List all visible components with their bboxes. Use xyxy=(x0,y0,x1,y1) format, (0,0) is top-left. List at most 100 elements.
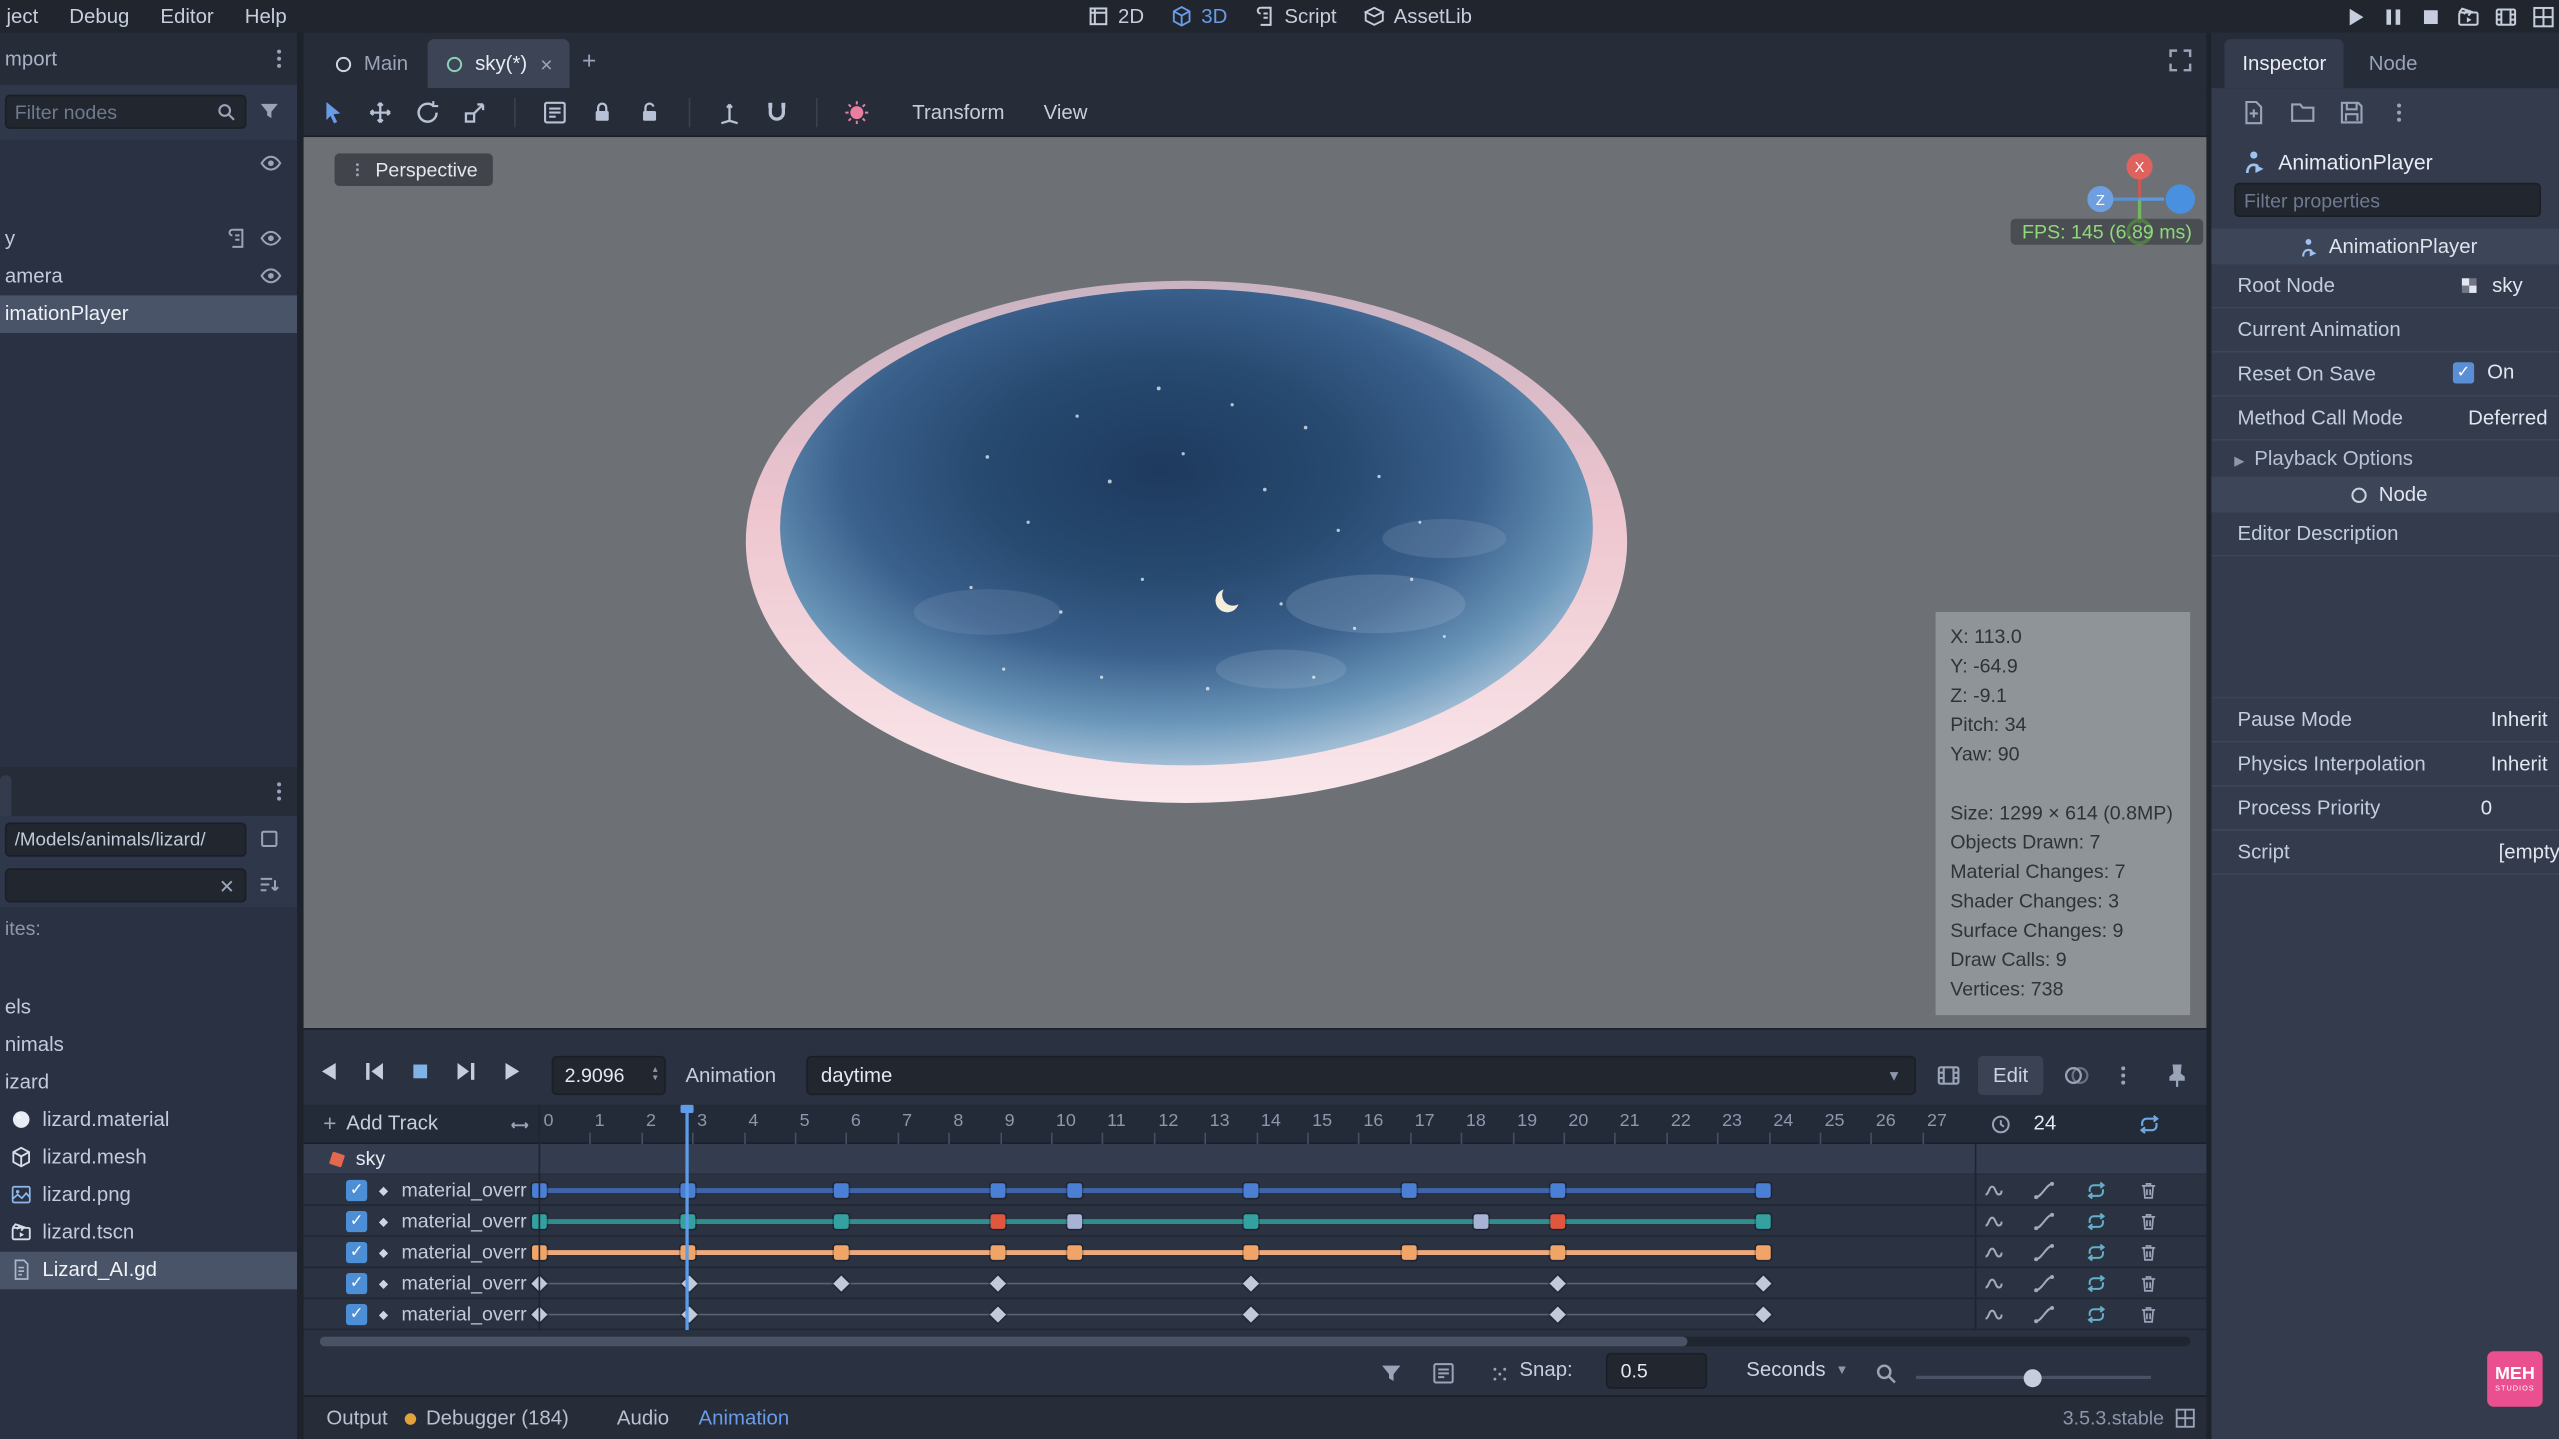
movie-button[interactable] xyxy=(2531,4,2555,28)
zoom-slider[interactable] xyxy=(1916,1376,2151,1379)
anim-play-from-start-button[interactable] xyxy=(454,1059,478,1083)
tab-filesystem-partial[interactable] xyxy=(0,775,11,816)
interpolation-icon[interactable] xyxy=(2033,1273,2054,1294)
keyframe[interactable] xyxy=(834,1214,849,1229)
keyframe[interactable] xyxy=(1756,1183,1771,1198)
file-item[interactable]: lizard.tscn xyxy=(0,1214,297,1252)
scene-tab-1[interactable]: sky(*)× xyxy=(428,39,569,88)
keyframe[interactable] xyxy=(1402,1183,1417,1198)
file-item[interactable]: lizard.material xyxy=(0,1102,297,1140)
tab-import[interactable]: mport xyxy=(0,47,57,70)
keyframe[interactable] xyxy=(1755,1306,1771,1322)
keyframe[interactable] xyxy=(1243,1275,1259,1291)
new-resource-icon[interactable] xyxy=(2241,100,2267,126)
bottom-tab-audio[interactable]: Audio xyxy=(617,1407,669,1430)
onion-skinning-icon[interactable] xyxy=(2063,1062,2089,1088)
delete-track-icon[interactable] xyxy=(2138,1304,2159,1325)
animation-track-row[interactable]: ✓material_overr xyxy=(304,1237,2207,1268)
loop-wrap-icon[interactable] xyxy=(2086,1273,2107,1294)
fs-path-input[interactable]: /Models/animals/lizard/ xyxy=(5,823,247,857)
delete-track-icon[interactable] xyxy=(2138,1211,2159,1232)
property-value[interactable]: Deferred xyxy=(2468,406,2547,429)
inspector-options-icon[interactable] xyxy=(2388,101,2411,124)
select-tool[interactable] xyxy=(320,99,346,125)
script-icon[interactable] xyxy=(225,227,248,250)
bottom-tab-animation[interactable]: Animation xyxy=(698,1407,789,1430)
playhead[interactable] xyxy=(686,1105,689,1330)
nodepath-value[interactable]: sky xyxy=(2459,274,2522,297)
file-item[interactable]: lizard.mesh xyxy=(0,1139,297,1177)
snap-unit-select[interactable]: Seconds ▼ xyxy=(1746,1358,1848,1381)
tab-inspector[interactable]: Inspector xyxy=(2224,39,2344,88)
track-enabled-checkbox[interactable]: ✓ xyxy=(346,1180,367,1201)
delete-track-icon[interactable] xyxy=(2138,1273,2159,1294)
keyframe[interactable] xyxy=(834,1245,849,1260)
file-item[interactable]: nimals xyxy=(0,1027,297,1065)
snap-value-input[interactable]: 0.5 xyxy=(1606,1353,1707,1389)
local-space-toggle[interactable] xyxy=(716,99,742,125)
anim-play-button[interactable] xyxy=(499,1059,523,1083)
keyframe[interactable] xyxy=(990,1183,1005,1198)
bottom-tab-debugger[interactable]: Debugger (184) xyxy=(405,1407,569,1430)
bottom-tab-output[interactable]: Output xyxy=(326,1407,387,1430)
checkbox-icon[interactable]: ✓ xyxy=(2453,361,2474,382)
menu-debug[interactable]: Debug xyxy=(69,5,129,28)
lock-selected-button[interactable] xyxy=(589,99,615,125)
animation-menu-button[interactable]: Animation xyxy=(685,1064,776,1087)
keyframe[interactable] xyxy=(1756,1245,1771,1260)
timeline-ruler[interactable]: + Add Track 0123456789101112131415161718… xyxy=(304,1105,2207,1144)
file-item[interactable]: Lizard_AI.gd xyxy=(0,1252,297,1290)
keyframe[interactable] xyxy=(1551,1214,1566,1229)
filter-options-icon[interactable] xyxy=(258,100,281,123)
distraction-free-icon[interactable] xyxy=(2167,47,2193,73)
track-enabled-checkbox[interactable]: ✓ xyxy=(346,1242,367,1263)
play-scene-button[interactable] xyxy=(2456,4,2480,28)
track-enabled-checkbox[interactable]: ✓ xyxy=(346,1304,367,1325)
scene-tree-row[interactable]: y xyxy=(0,220,297,258)
stop-button[interactable] xyxy=(2419,4,2443,28)
property-value[interactable]: Inherit xyxy=(2491,752,2548,775)
workspace-2d[interactable]: 2D xyxy=(1087,5,1144,28)
autoplay-toggle-icon[interactable] xyxy=(1936,1062,1962,1088)
animation-track-row[interactable]: ✓material_overr xyxy=(304,1175,2207,1206)
keyframe[interactable] xyxy=(682,1306,698,1322)
anim-play-backwards-button[interactable] xyxy=(317,1059,341,1083)
add-track-button[interactable]: + Add Track xyxy=(323,1110,438,1136)
loop-wrap-icon[interactable] xyxy=(2086,1180,2107,1201)
keyframe[interactable] xyxy=(1244,1183,1259,1198)
interpolation-icon[interactable] xyxy=(2033,1211,2054,1232)
scene-tree-row[interactable] xyxy=(0,183,297,221)
keyframe[interactable] xyxy=(682,1275,698,1291)
zoom-slider-handle[interactable] xyxy=(2024,1368,2042,1386)
menu-editor[interactable]: Editor xyxy=(160,5,213,28)
keyframe[interactable] xyxy=(834,1183,849,1198)
keyframe[interactable] xyxy=(1402,1245,1417,1260)
edit-button[interactable]: Edit xyxy=(1978,1056,2043,1095)
loop-wrap-icon[interactable] xyxy=(2086,1304,2107,1325)
anim-stop-button[interactable] xyxy=(408,1059,432,1083)
playhead-grip[interactable] xyxy=(681,1105,694,1113)
keyframe[interactable] xyxy=(1550,1275,1566,1291)
menu-help[interactable]: Help xyxy=(245,5,287,28)
menu-view[interactable]: View xyxy=(1044,100,1088,123)
scene-tree-row[interactable]: imationPlayer xyxy=(0,295,297,333)
anim-menu-icon[interactable] xyxy=(2112,1064,2135,1087)
filter-nodes-input[interactable]: Filter nodes xyxy=(5,95,247,129)
anim-length-value[interactable]: 24 xyxy=(2033,1111,2056,1134)
update-mode-icon[interactable] xyxy=(1983,1273,2004,1294)
eye-icon[interactable] xyxy=(259,227,282,250)
timeline-scrollbar[interactable] xyxy=(320,1337,2190,1347)
checkbox-value[interactable]: ✓On xyxy=(2453,361,2515,384)
anim-play-from-end-button[interactable] xyxy=(362,1059,386,1083)
spin-arrows-icon[interactable]: ▴▾ xyxy=(653,1067,658,1083)
menu-ject[interactable]: ject xyxy=(7,5,39,28)
save-resource-icon[interactable] xyxy=(2339,100,2365,126)
delete-track-icon[interactable] xyxy=(2138,1180,2159,1201)
filter-tracks-icon[interactable] xyxy=(1379,1361,1403,1385)
viewport-3d[interactable]: Perspective X Z FPS: 145 (6.89 ms) X: 11… xyxy=(304,137,2207,1028)
inspector-category[interactable]: Node xyxy=(2211,477,2559,513)
keyframe[interactable] xyxy=(1067,1214,1082,1229)
keyframe[interactable] xyxy=(989,1275,1005,1291)
clear-search-icon[interactable] xyxy=(217,876,237,896)
snap-toggle[interactable] xyxy=(764,99,790,125)
